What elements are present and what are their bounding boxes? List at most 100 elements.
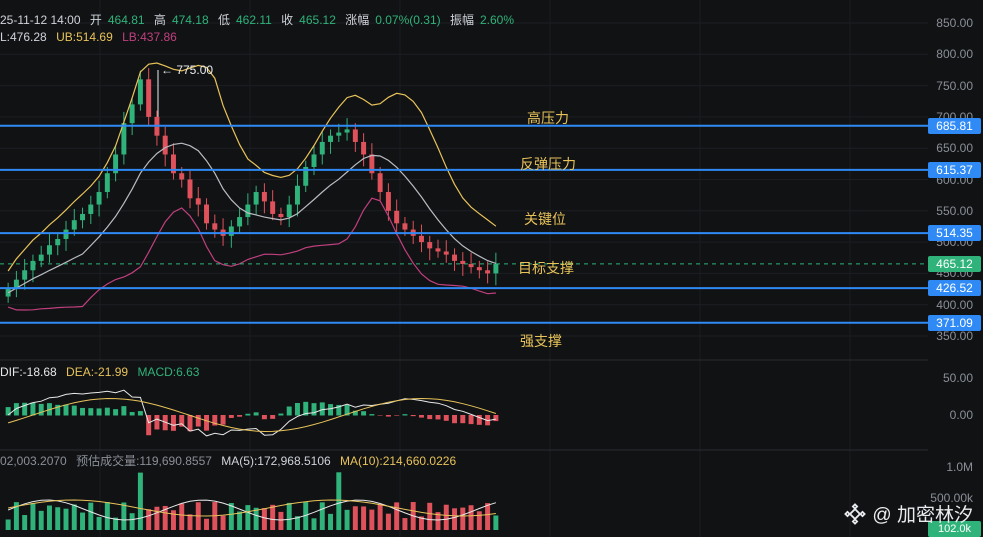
- volume-bar: [30, 503, 36, 530]
- candle: [204, 204, 210, 224]
- candle: [212, 223, 218, 230]
- candle: [452, 254, 458, 261]
- volume-bar: [352, 506, 358, 530]
- candle: [278, 213, 284, 218]
- boll-upper-value: UB:514.69: [56, 30, 113, 44]
- volume-bar: [179, 503, 185, 530]
- volume-bar: [22, 515, 28, 530]
- macd-histogram-bar: [237, 415, 243, 417]
- candle: [46, 245, 52, 255]
- candle: [261, 192, 267, 202]
- change-label: 涨幅: [345, 13, 370, 27]
- level-zone-label: 关键位: [524, 211, 566, 228]
- volume-bar: [385, 513, 391, 530]
- price-tick-label: 550.00: [936, 203, 973, 218]
- volume-bar: [187, 514, 193, 530]
- macd-histogram-bar: [220, 415, 226, 425]
- candle: [485, 270, 491, 274]
- macd-histogram-bar: [253, 412, 259, 416]
- macd-histogram-bar: [245, 413, 251, 416]
- candle: [385, 192, 391, 211]
- candle: [129, 104, 135, 124]
- candle: [418, 235, 424, 243]
- macd-histogram-bar: [427, 415, 433, 420]
- volume-bar: [55, 507, 61, 530]
- macd-histogram-bar: [137, 411, 143, 416]
- binance-diamond-icon: [844, 502, 867, 525]
- macd-histogram-bar: [38, 403, 44, 416]
- volume-bar: [261, 508, 267, 530]
- candle: [104, 173, 110, 193]
- candle: [71, 220, 77, 230]
- macd-histogram-bar: [96, 408, 102, 416]
- open-value: 464.81: [107, 13, 145, 27]
- candle: [245, 204, 251, 218]
- macd-histogram-bar: [493, 415, 499, 422]
- level-zone-label: 反弹压力: [520, 155, 576, 172]
- volume-bar: [104, 502, 110, 530]
- volume-bar: [146, 509, 152, 530]
- amp-value: 2.60%: [479, 13, 514, 27]
- change-value: 0.07%(0.31): [375, 13, 441, 27]
- candle: [146, 79, 152, 117]
- candle: [319, 141, 325, 155]
- candle: [88, 204, 94, 214]
- volume-bar: [170, 510, 176, 530]
- level-price-tag: 426.52: [928, 280, 981, 297]
- candle: [427, 242, 433, 249]
- macd-histogram-bar: [369, 414, 375, 416]
- bollinger-header: L:476.28 UB:514.69 LB:437.86: [0, 30, 183, 44]
- volume-bar: [46, 505, 52, 530]
- candle: [228, 226, 234, 236]
- watermark: @ 加密林汐: [844, 500, 973, 527]
- macd-histogram-bar: [30, 402, 36, 416]
- est-volume-value: 预估成交量:119,690.8557: [76, 454, 212, 468]
- volume-bar: [278, 511, 284, 530]
- bar-date: 25-11-12 14:00: [0, 13, 81, 27]
- macd-histogram-bar: [71, 405, 77, 416]
- macd-histogram-bar: [88, 408, 94, 416]
- volume-bar: [369, 509, 375, 530]
- close-label: 收: [281, 13, 294, 27]
- high-value: 474.18: [171, 13, 209, 27]
- dea-value: DEA:-21.99: [66, 365, 129, 379]
- macd-histogram-bar: [154, 415, 160, 430]
- macd-histogram-bar: [394, 415, 400, 416]
- macd-histogram-bar: [129, 412, 135, 416]
- macd-histogram-bar: [170, 415, 176, 431]
- volume-bar: [204, 518, 210, 530]
- volume-bar: [88, 502, 94, 530]
- candle: [55, 238, 61, 246]
- macd-histogram-bar: [460, 415, 466, 424]
- macd-histogram-bar: [80, 407, 86, 416]
- macd-tick-label: 50.00: [942, 370, 973, 385]
- level-zone-label: 目标支撑: [518, 260, 574, 277]
- macd-histogram-bar: [418, 415, 424, 418]
- boll-lower-value: LB:437.86: [122, 30, 177, 44]
- volume-bar: [468, 505, 474, 530]
- candle: [38, 254, 44, 261]
- candle: [394, 210, 400, 224]
- level-price-tag: 615.37: [928, 161, 981, 178]
- volume-bar: [38, 510, 44, 530]
- low-label: 低: [217, 13, 230, 27]
- candle: [443, 251, 449, 255]
- volume-bar: [328, 513, 334, 530]
- volume-bar: [344, 509, 350, 530]
- volume-header: 02,003.2070 预估成交量:119,690.8557 MA(5):172…: [0, 452, 462, 469]
- candle: [361, 141, 367, 155]
- candle: [468, 264, 474, 268]
- volume-bar: [80, 512, 86, 530]
- volume-bar: [394, 502, 400, 530]
- volume-bar: [96, 516, 102, 530]
- candle: [96, 192, 102, 205]
- volume-bar: [71, 504, 77, 530]
- candle: [286, 204, 292, 218]
- price-tick-label: 750.00: [936, 78, 973, 93]
- candle: [402, 223, 408, 230]
- level-zone-label: 高压力: [527, 109, 569, 126]
- candle: [253, 192, 259, 205]
- macd-histogram-bar: [113, 409, 119, 416]
- level-price-tag: 371.09: [928, 314, 981, 331]
- volume-bar: [361, 506, 367, 530]
